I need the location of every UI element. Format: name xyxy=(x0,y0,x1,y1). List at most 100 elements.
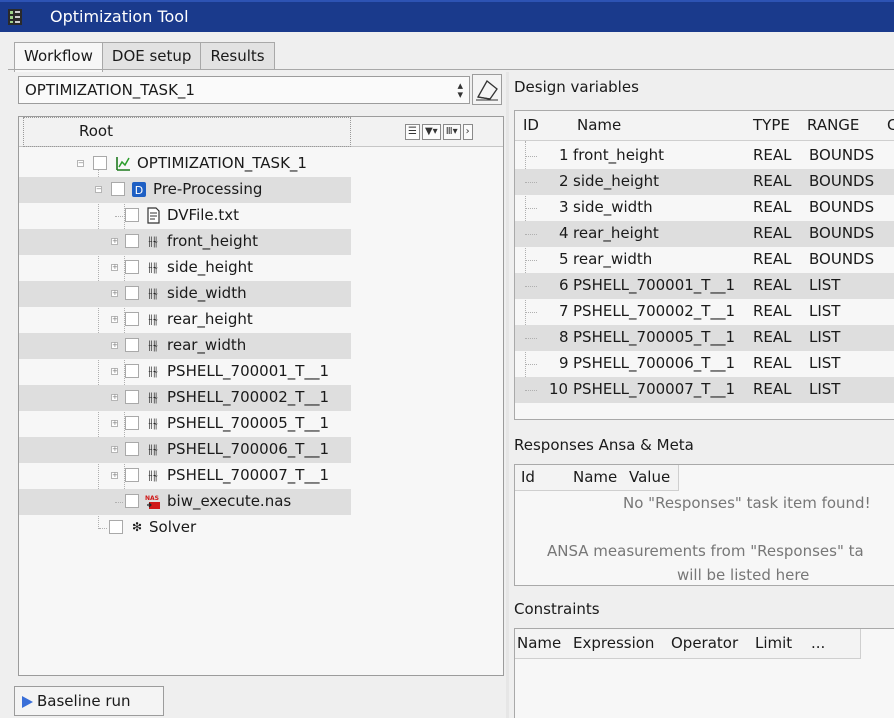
checkbox[interactable] xyxy=(125,260,139,274)
tree-item-variable[interactable]: + ⫲⫳ rear_width xyxy=(19,333,351,359)
checkbox[interactable] xyxy=(125,442,139,456)
checkbox[interactable] xyxy=(125,390,139,404)
expand-icon[interactable]: + xyxy=(111,342,118,349)
tree-item-label: DVFile.txt xyxy=(167,206,240,224)
table-row[interactable]: 1 front_height REAL BOUNDS xyxy=(515,143,894,169)
responses-info-line-1: ANSA measurements from "Responses" ta xyxy=(547,542,864,560)
tree-item-variable[interactable]: + ⫲⫳ side_width xyxy=(19,281,351,307)
cell-range: BOUNDS xyxy=(809,198,875,216)
cell-id: 3 xyxy=(559,198,569,216)
table-row[interactable]: 10 PSHELL_700007_T__1 REAL LIST xyxy=(515,377,894,403)
expand-icon[interactable]: + xyxy=(111,316,118,323)
tree-item-label: PSHELL_700007_T__1 xyxy=(167,466,330,484)
eraser-button[interactable] xyxy=(472,74,502,105)
tree-item-variable[interactable]: + ⫲⫳ front_height xyxy=(19,229,351,255)
tree-item-variable[interactable]: + ⫲⫳ PSHELL_700006_T__1 xyxy=(19,437,351,463)
collapse-icon[interactable]: − xyxy=(77,160,84,167)
cell-id: 8 xyxy=(559,328,569,346)
workflow-tree[interactable]: Root ☰ ▼▾ Ⅲ▾ › − OPTIMIZATION_TASK_1 − D… xyxy=(18,116,504,676)
column-header-value[interactable]: Value xyxy=(629,468,670,486)
tree-item-variable[interactable]: + ⫲⫳ PSHELL_700007_T__1 xyxy=(19,463,351,489)
tree-item-variable[interactable]: + ⫲⫳ PSHELL_700001_T__1 xyxy=(19,359,351,385)
checkbox[interactable] xyxy=(109,520,123,534)
tree-item-variable[interactable]: + ⫲⫳ rear_height xyxy=(19,307,351,333)
checkbox[interactable] xyxy=(125,364,139,378)
scroll-right-icon[interactable]: › xyxy=(462,124,473,140)
column-header-limit[interactable]: Limit xyxy=(755,634,792,652)
tree-item-variable[interactable]: + ⫲⫳ side_height xyxy=(19,255,351,281)
checkbox[interactable] xyxy=(125,416,139,430)
table-row[interactable]: 5 rear_width REAL BOUNDS xyxy=(515,247,894,273)
column-header-operator[interactable]: Operator xyxy=(671,634,738,652)
tree-header-tools: ☰ ▼▾ Ⅲ▾ › xyxy=(405,124,473,140)
column-header-more[interactable]: ... xyxy=(811,634,825,652)
expand-all-icon[interactable]: ☰ xyxy=(405,124,420,140)
table-row[interactable]: 8 PSHELL_700005_T__1 REAL LIST xyxy=(515,325,894,351)
expand-icon[interactable]: + xyxy=(111,472,118,479)
cell-name: PSHELL_700007_T__1 xyxy=(573,380,736,398)
tree-column-root[interactable]: Root xyxy=(79,122,113,140)
cell-name: rear_height xyxy=(573,224,659,242)
column-header-type[interactable]: TYPE xyxy=(753,116,790,134)
tree-item-task[interactable]: − OPTIMIZATION_TASK_1 xyxy=(19,151,351,177)
checkbox[interactable] xyxy=(125,208,139,222)
task-select-value: OPTIMIZATION_TASK_1 xyxy=(25,81,195,99)
tree-item-preprocessing[interactable]: − D Pre-Processing xyxy=(19,177,351,203)
column-header-name[interactable]: Name xyxy=(577,116,621,134)
column-header-range[interactable]: RANGE xyxy=(807,116,859,134)
tree-item-variable[interactable]: + ⫲⫳ PSHELL_700005_T__1 xyxy=(19,411,351,437)
collapse-icon[interactable]: − xyxy=(95,186,102,193)
baseline-run-button[interactable]: Baseline run xyxy=(14,686,164,716)
checkbox[interactable] xyxy=(125,234,139,248)
checkbox[interactable] xyxy=(125,338,139,352)
expand-icon[interactable]: + xyxy=(111,290,118,297)
design-variables-table[interactable]: ID Name TYPE RANGE C 1 front_height REAL… xyxy=(514,110,894,420)
expand-icon[interactable]: + xyxy=(111,394,118,401)
tree-item-label: PSHELL_700001_T__1 xyxy=(167,362,330,380)
tree-item-nas-file[interactable]: NAS biw_execute.nas xyxy=(19,489,351,515)
column-header-name[interactable]: Name xyxy=(573,468,617,486)
column-header-c[interactable]: C xyxy=(887,116,894,134)
tab-results[interactable]: Results xyxy=(200,42,275,70)
filter-icon[interactable]: ▼▾ xyxy=(421,124,441,140)
svg-text:D: D xyxy=(135,184,143,197)
checkbox[interactable] xyxy=(125,494,139,508)
cell-range: BOUNDS xyxy=(809,250,875,268)
tree-item-variable[interactable]: + ⫲⫳ PSHELL_700002_T__1 xyxy=(19,385,351,411)
expand-icon[interactable]: + xyxy=(111,420,118,427)
responses-table[interactable]: Id Name Value No "Responses" task item f… xyxy=(514,464,894,586)
cell-range: BOUNDS xyxy=(809,224,875,242)
table-row[interactable]: 4 rear_height REAL BOUNDS xyxy=(515,221,894,247)
splitter-handle[interactable] xyxy=(506,72,509,718)
columns-icon[interactable]: Ⅲ▾ xyxy=(442,124,461,140)
tree-item-dvfile[interactable]: DVFile.txt xyxy=(19,203,351,229)
expand-icon[interactable]: + xyxy=(111,368,118,375)
expand-icon[interactable]: + xyxy=(111,446,118,453)
checkbox[interactable] xyxy=(93,156,107,170)
tree-item-label: side_width xyxy=(167,284,247,302)
cell-id: 4 xyxy=(559,224,569,242)
expand-icon[interactable]: + xyxy=(111,264,118,271)
tree-item-label: Pre-Processing xyxy=(153,180,263,198)
expand-icon[interactable]: + xyxy=(111,238,118,245)
column-header-id[interactable]: Id xyxy=(521,468,535,486)
checkbox[interactable] xyxy=(125,312,139,326)
cell-id: 10 xyxy=(549,380,569,398)
column-header-name[interactable]: Name xyxy=(517,634,561,652)
table-row[interactable]: 6 PSHELL_700001_T__1 REAL LIST xyxy=(515,273,894,299)
column-header-id[interactable]: ID xyxy=(523,116,539,134)
task-select[interactable]: OPTIMIZATION_TASK_1 ▴ ▾ xyxy=(18,76,470,104)
checkbox[interactable] xyxy=(111,182,125,196)
tree-item-label: side_height xyxy=(167,258,254,276)
table-row[interactable]: 2 side_height REAL BOUNDS xyxy=(515,169,894,195)
tab-workflow[interactable]: Workflow xyxy=(14,42,103,72)
table-row[interactable]: 7 PSHELL_700002_T__1 REAL LIST xyxy=(515,299,894,325)
checkbox[interactable] xyxy=(125,468,139,482)
tree-item-solver[interactable]: ❇ Solver xyxy=(19,515,351,541)
table-row[interactable]: 3 side_width REAL BOUNDS xyxy=(515,195,894,221)
tab-doe-setup[interactable]: DOE setup xyxy=(101,42,202,70)
table-row[interactable]: 9 PSHELL_700006_T__1 REAL LIST xyxy=(515,351,894,377)
checkbox[interactable] xyxy=(125,286,139,300)
constraints-table[interactable]: Name Expression Operator Limit ... xyxy=(514,628,894,718)
column-header-expression[interactable]: Expression xyxy=(573,634,654,652)
